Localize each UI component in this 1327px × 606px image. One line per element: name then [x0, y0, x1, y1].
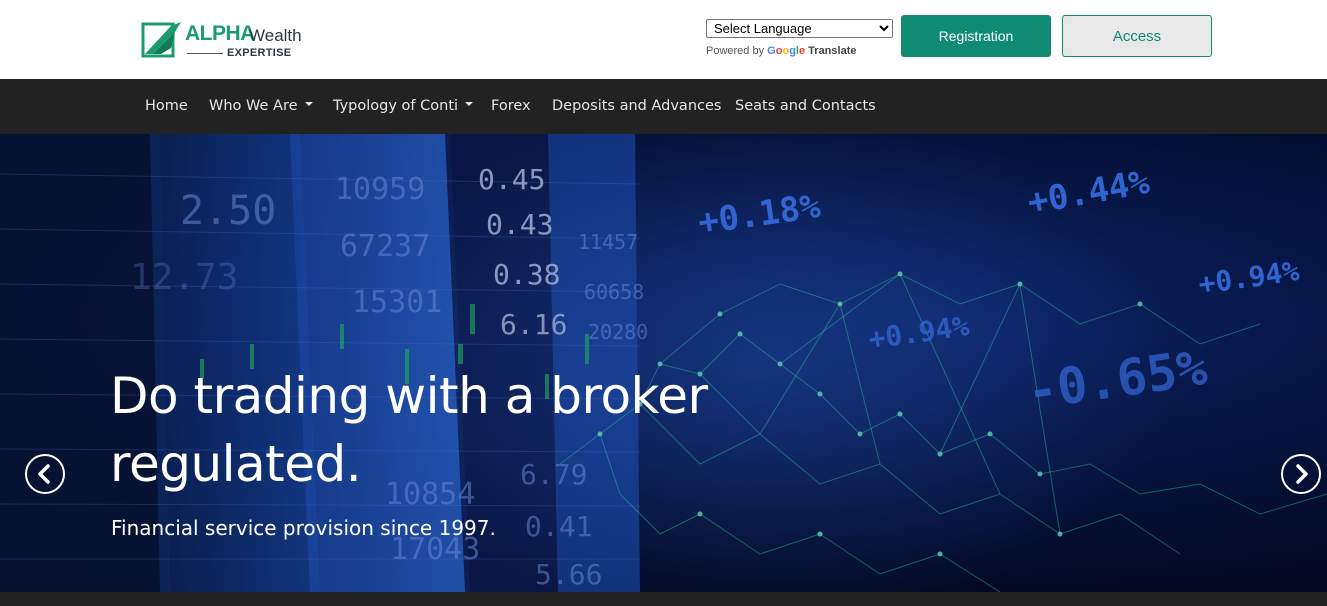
caret-down-icon	[304, 102, 313, 106]
carousel-next-button[interactable]	[1281, 454, 1321, 494]
nav-item-seats-contacts[interactable]: Seats and Contacts	[735, 79, 876, 134]
hero-subtitle: Financial service provision since 1997.	[111, 516, 496, 540]
language-select[interactable]: Select Language	[706, 19, 893, 38]
nav-item-who-we-are[interactable]: Who We Are	[209, 79, 313, 134]
site-header: ALPHA Wealth EXPERTISE Select Language P…	[0, 0, 1327, 79]
hero-bottom-strip	[0, 592, 1327, 606]
nav-item-label: Forex	[491, 98, 531, 114]
brand-tagline: EXPERTISE	[227, 47, 292, 59]
nav-item-forex[interactable]: Forex	[491, 79, 531, 134]
brand-name-primary: ALPHA	[185, 22, 255, 45]
hero-carousel: 10959 67237 15301 0.45 0.43 0.38 6.16 10…	[0, 134, 1327, 592]
chevron-right-icon	[1296, 464, 1308, 484]
logo-divider	[187, 53, 223, 54]
caret-down-icon	[465, 102, 474, 106]
powered-by-label: Powered by	[706, 45, 765, 57]
google-translate-credit: Powered by Google Translate	[706, 44, 856, 58]
nav-item-label: Who We Are	[209, 98, 298, 114]
translate-link[interactable]: Translate	[808, 45, 856, 57]
nav-item-deposits[interactable]: Deposits and Advances	[552, 79, 721, 134]
nav-item-home[interactable]: Home	[145, 79, 188, 134]
registration-button[interactable]: Registration	[901, 15, 1051, 57]
nav-item-label: Seats and Contacts	[735, 98, 876, 114]
chevron-left-icon	[38, 464, 50, 484]
nav-item-typology[interactable]: Typology of Conti	[333, 79, 474, 134]
carousel-prev-button[interactable]	[25, 454, 65, 494]
google-wordmark: Google	[767, 45, 806, 57]
main-navigation: Home Who We Are Typology of Conti Forex …	[0, 79, 1327, 134]
brand-logo[interactable]: ALPHA Wealth EXPERTISE	[141, 19, 302, 63]
brand-name-secondary: Wealth	[249, 26, 302, 45]
access-button[interactable]: Access	[1062, 15, 1212, 57]
alpha-logo-mark-icon	[141, 22, 181, 58]
nav-item-label: Typology of Conti	[333, 98, 459, 114]
nav-item-label: Home	[145, 98, 188, 114]
nav-item-label: Deposits and Advances	[552, 98, 722, 114]
hero-title: Do trading with a broker regulated.	[110, 367, 708, 493]
